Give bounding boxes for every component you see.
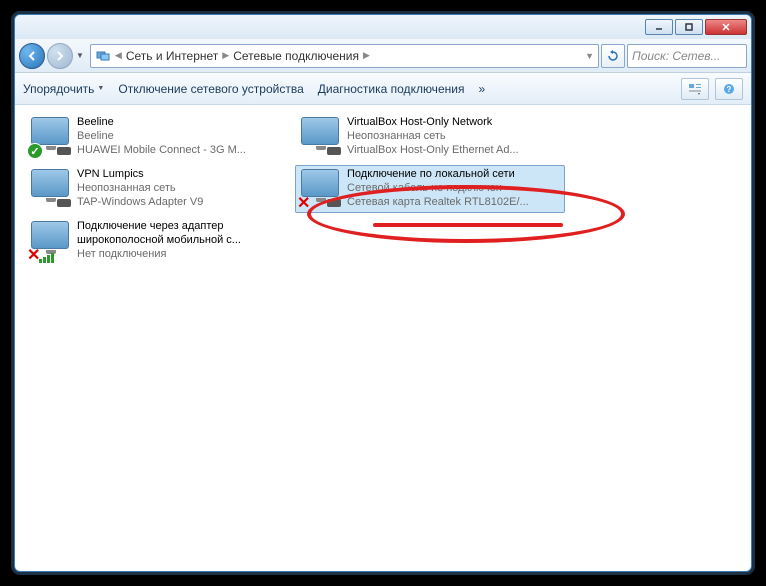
connection-status: Неопознанная сеть bbox=[347, 129, 519, 143]
connection-status: Сетевой кабель не подключен bbox=[347, 181, 529, 195]
navbar: ▼ ◀ Сеть и Интернет ▶ Сетевые подключени… bbox=[15, 39, 751, 73]
toolbar: Упорядочить▼ Отключение сетевого устройс… bbox=[15, 73, 751, 105]
network-adapter-icon bbox=[29, 115, 71, 157]
diagnose-button[interactable]: Диагностика подключения bbox=[318, 82, 465, 96]
connection-name: VPN Lumpics bbox=[77, 167, 203, 181]
connection-item[interactable]: ✕ Подключение через адаптер широкополосн… bbox=[25, 217, 295, 265]
svg-text:?: ? bbox=[727, 85, 732, 94]
back-button[interactable] bbox=[19, 43, 45, 69]
connection-status: Beeline bbox=[77, 129, 246, 143]
forward-button[interactable] bbox=[47, 43, 73, 69]
explorer-window: ▼ ◀ Сеть и Интернет ▶ Сетевые подключени… bbox=[14, 14, 752, 572]
connection-status: Неопознанная сеть bbox=[77, 181, 203, 195]
view-options-button[interactable] bbox=[681, 78, 709, 100]
connection-device: Нет подключения bbox=[77, 247, 287, 261]
breadcrumb-separator-icon: ◀ bbox=[115, 50, 122, 61]
close-button[interactable] bbox=[705, 19, 747, 35]
content-area: Beeline Beeline HUAWEI Mobile Connect - … bbox=[15, 105, 751, 273]
connection-name: Подключение через адаптер широкополосной… bbox=[77, 219, 287, 247]
connection-name: VirtualBox Host-Only Network bbox=[347, 115, 519, 129]
minimize-button[interactable] bbox=[645, 19, 673, 35]
search-input[interactable]: Поиск: Сетев... bbox=[627, 44, 747, 68]
connection-item[interactable]: VirtualBox Host-Only Network Неопознанна… bbox=[295, 113, 565, 161]
help-button[interactable]: ? bbox=[715, 78, 743, 100]
connection-device: Сетевая карта Realtek RTL8102E/... bbox=[347, 195, 529, 209]
disable-device-button[interactable]: Отключение сетевого устройства bbox=[118, 82, 303, 96]
organize-button[interactable]: Упорядочить▼ bbox=[23, 82, 104, 96]
connection-device: TAP-Windows Adapter V9 bbox=[77, 195, 203, 209]
breadcrumb-separator-icon: ▶ bbox=[363, 50, 370, 61]
network-location-icon bbox=[95, 48, 111, 64]
titlebar bbox=[15, 15, 751, 39]
connection-item[interactable]: VPN Lumpics Неопознанная сеть TAP-Window… bbox=[25, 165, 295, 213]
history-dropdown-icon[interactable]: ▼ bbox=[76, 51, 84, 60]
connection-item-selected[interactable]: ✕ Подключение по локальной сети Сетевой … bbox=[295, 165, 565, 213]
address-dropdown-icon[interactable]: ▼ bbox=[585, 51, 594, 61]
breadcrumb-separator-icon: ▶ bbox=[222, 50, 229, 61]
connection-device: HUAWEI Mobile Connect - 3G M... bbox=[77, 143, 246, 157]
connection-name: Подключение по локальной сети bbox=[347, 167, 529, 181]
network-adapter-icon bbox=[29, 167, 71, 209]
maximize-button[interactable] bbox=[675, 19, 703, 35]
address-bar[interactable]: ◀ Сеть и Интернет ▶ Сетевые подключения … bbox=[90, 44, 599, 68]
connection-item[interactable]: Beeline Beeline HUAWEI Mobile Connect - … bbox=[25, 113, 295, 161]
breadcrumb-2[interactable]: Сетевые подключения bbox=[233, 49, 359, 63]
breadcrumb-1[interactable]: Сеть и Интернет bbox=[126, 49, 218, 63]
network-adapter-icon bbox=[299, 115, 341, 157]
connection-name: Beeline bbox=[77, 115, 246, 129]
network-adapter-icon: ✕ bbox=[29, 219, 71, 261]
refresh-button[interactable] bbox=[601, 44, 625, 68]
connection-device: VirtualBox Host-Only Ethernet Ad... bbox=[347, 143, 519, 157]
network-adapter-icon: ✕ bbox=[299, 167, 341, 209]
toolbar-overflow-button[interactable]: » bbox=[478, 82, 485, 96]
